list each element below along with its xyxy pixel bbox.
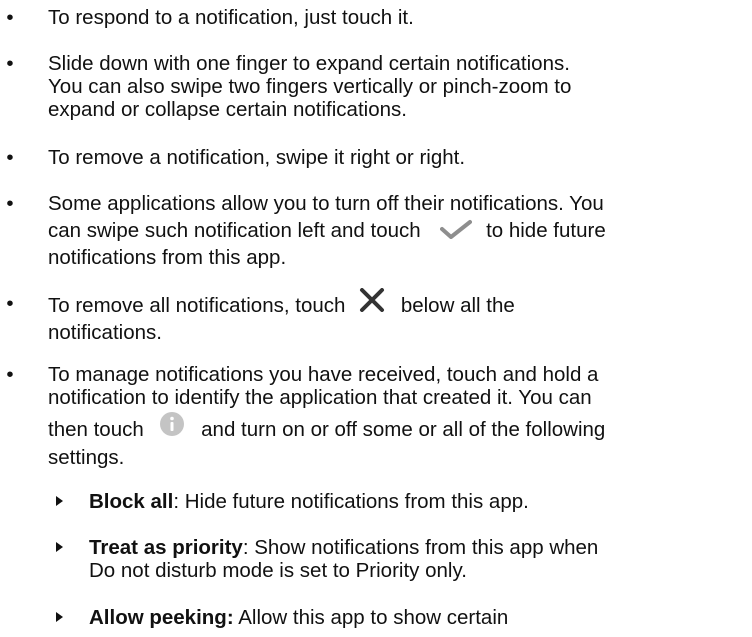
close-x-icon: [359, 288, 385, 317]
bullet-dot: •: [6, 192, 14, 215]
info-icon: [159, 411, 185, 442]
item-text: To remove all notifications, touch: [48, 293, 346, 317]
bullet-dot: •: [6, 363, 14, 386]
item-text: then touch: [48, 417, 144, 441]
bullet-dot: •: [6, 292, 14, 315]
item-text: below all the: [400, 293, 515, 317]
item-text: can swipe such notification left and tou…: [48, 219, 421, 242]
bullet-dot: •: [6, 52, 14, 75]
item-text: Slide down with one finger to expand cer…: [48, 52, 570, 75]
bullet-dot: •: [6, 6, 14, 29]
setting-desc: Allow this app to show certain: [233, 606, 509, 629]
document-page: • To respond to a notification, just tou…: [0, 0, 752, 637]
item-text: settings.: [48, 446, 125, 469]
item-text: notifications.: [48, 321, 162, 344]
setting-desc: : Show notifications from this app when: [242, 536, 599, 559]
setting-term: Treat as priority: [89, 536, 243, 559]
bullet-dot: •: [6, 146, 14, 169]
setting-desc: : Hide future notifications from this ap…: [173, 490, 529, 513]
arrow-bullet-icon: [56, 542, 63, 552]
item-text: and turn on or off some or all of the fo…: [201, 417, 606, 441]
item-text: notifications from this app.: [48, 246, 287, 270]
setting-term: Block all: [89, 490, 174, 513]
checkmark-icon: [440, 219, 473, 244]
item-text: To respond to a notification, just touch…: [48, 6, 414, 29]
item-text: To remove a notification, swipe it right…: [48, 146, 466, 169]
item-text: You can also swipe two fingers verticall…: [48, 75, 572, 98]
item-text: to hide future: [486, 219, 606, 242]
item-text: Some applications allow you to turn off …: [48, 192, 604, 215]
item-text: notification to identify the application…: [48, 386, 592, 409]
arrow-bullet-icon: [56, 612, 63, 622]
item-text: expand or collapse certain notifications…: [48, 98, 407, 121]
item-text: To manage notifications you have receive…: [48, 363, 599, 386]
setting-term: Allow peeking:: [89, 606, 234, 629]
setting-desc: Do not disturb mode is set to Priority o…: [89, 559, 467, 582]
arrow-bullet-icon: [56, 496, 63, 506]
